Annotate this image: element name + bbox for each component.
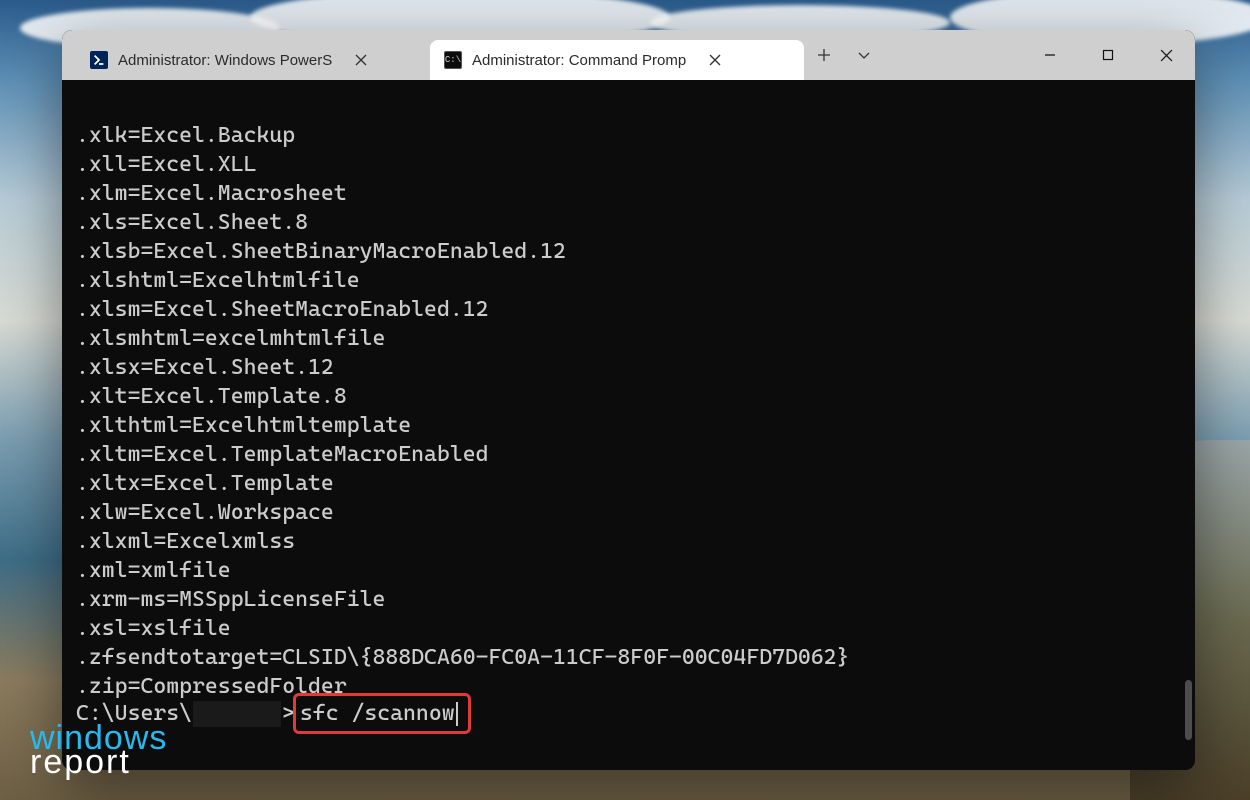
terminal-output-line: .xltm=Excel.TemplateMacroEnabled <box>76 442 489 467</box>
terminal-output-line: .xlsx=Excel.Sheet.12 <box>76 355 334 380</box>
terminal-body[interactable]: .xlk=Excel.Backup .xll=Excel.XLL .xlm=Ex… <box>62 80 1195 770</box>
terminal-output-line: .xlw=Excel.Workspace <box>76 500 334 525</box>
plus-icon <box>817 48 831 62</box>
terminal-output-line: .xml=xmlfile <box>76 558 231 583</box>
desktop-background: Administrator: Windows PowerS C:\ Admini… <box>0 0 1250 800</box>
terminal-window: Administrator: Windows PowerS C:\ Admini… <box>62 30 1195 770</box>
tab-label: Administrator: Command Promp <box>472 52 686 69</box>
watermark: windows report <box>30 723 167 778</box>
terminal-output-line: .xll=Excel.XLL <box>76 152 256 177</box>
typed-command: sfc /scannow <box>300 701 455 726</box>
tab-close-button[interactable] <box>702 47 728 73</box>
tab-label: Administrator: Windows PowerS <box>118 52 332 69</box>
terminal-output-line: .xlk=Excel.Backup <box>76 123 295 148</box>
minimize-icon <box>1044 49 1056 61</box>
terminal-output-line: .xlxml=Excelxmlss <box>76 529 295 554</box>
window-controls <box>1021 30 1195 80</box>
terminal-output-line: .xlsm=Excel.SheetMacroEnabled.12 <box>76 297 489 322</box>
new-tab-button[interactable] <box>804 35 844 75</box>
close-icon <box>355 54 367 66</box>
scrollbar-thumb[interactable] <box>1185 680 1192 740</box>
close-icon <box>1160 49 1173 62</box>
close-icon <box>709 54 721 66</box>
tab-cmd[interactable]: C:\ Administrator: Command Promp <box>430 40 804 80</box>
terminal-output-line: .xlm=Excel.Macrosheet <box>76 181 347 206</box>
tab-powershell[interactable]: Administrator: Windows PowerS <box>76 40 430 80</box>
maximize-icon <box>1102 49 1114 61</box>
tab-actions <box>804 30 884 80</box>
tab-close-button[interactable] <box>348 47 374 73</box>
terminal-output-line: .xls=Excel.Sheet.8 <box>76 210 308 235</box>
terminal-output-line: .xlshtml=Excelhtmlfile <box>76 268 360 293</box>
terminal-output-line: .xlsmhtml=excelmhtmlfile <box>76 326 385 351</box>
titlebar[interactable]: Administrator: Windows PowerS C:\ Admini… <box>62 30 1195 80</box>
chevron-down-icon <box>857 48 871 62</box>
terminal-output-line: .xltx=Excel.Template <box>76 471 334 496</box>
terminal-output-line: .xlthtml=Excelhtmltemplate <box>76 413 411 438</box>
maximize-button[interactable] <box>1079 30 1137 80</box>
command-highlight-box: sfc /scannow <box>293 693 471 734</box>
text-cursor <box>456 702 458 726</box>
window-close-button[interactable] <box>1137 30 1195 80</box>
terminal-output-line: .xlt=Excel.Template.8 <box>76 384 347 409</box>
tab-strip: Administrator: Windows PowerS C:\ Admini… <box>62 30 804 80</box>
terminal-output-line: .xrm-ms=MSSppLicenseFile <box>76 587 385 612</box>
tab-dropdown-button[interactable] <box>844 35 884 75</box>
powershell-icon <box>90 51 108 69</box>
cmd-icon: C:\ <box>444 51 462 69</box>
minimize-button[interactable] <box>1021 30 1079 80</box>
terminal-output-line: .xsl=xslfile <box>76 616 231 641</box>
terminal-output-line: .zfsendtotarget=CLSID\{888DCA60-FC0A-11C… <box>76 645 849 670</box>
redacted-username <box>193 701 281 727</box>
terminal-output-line: .xlsb=Excel.SheetBinaryMacroEnabled.12 <box>76 239 566 264</box>
